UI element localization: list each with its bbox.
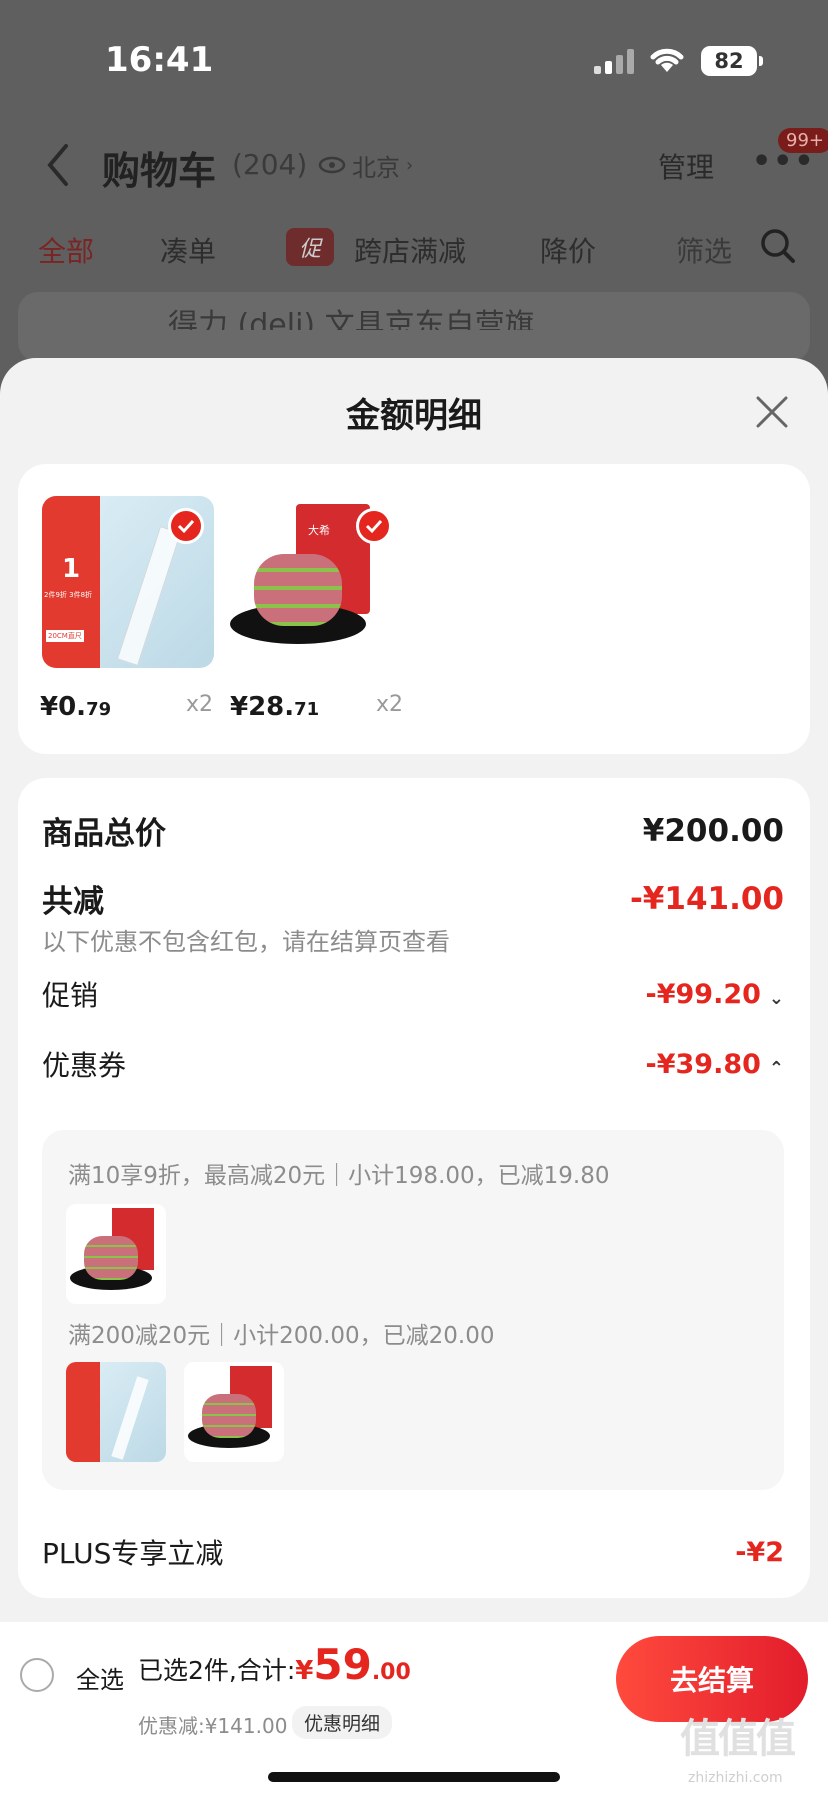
- coupon-product-thumb: [66, 1362, 166, 1462]
- location-selector[interactable]: 北京 ›: [318, 146, 413, 184]
- battery-level: 82: [714, 49, 744, 73]
- tab-price-drop[interactable]: 降价: [540, 230, 596, 270]
- coupon-detail-panel: 满10享9折，最高减20元｜小计198.00，已减19.80 满200减20元｜…: [42, 1130, 784, 1490]
- coupon-product-thumb: [184, 1362, 284, 1462]
- total-label: 商品总价: [42, 816, 166, 852]
- ruler-promo-number: 1: [62, 554, 81, 584]
- select-all-label[interactable]: 全选: [76, 1660, 124, 1695]
- plus-label: PLUS专享立减: [42, 1537, 224, 1570]
- page-title: 购物车: [102, 149, 217, 193]
- product-qty: x2: [376, 692, 404, 717]
- signal-icon: [594, 48, 634, 74]
- discount-text: 优惠减:¥141.00: [138, 1714, 288, 1738]
- tab-cross-store[interactable]: 跨店满减: [354, 230, 466, 270]
- tab-all[interactable]: 全部: [38, 230, 94, 270]
- chevron-up-icon: ⌃: [768, 1057, 784, 1079]
- coupon-label: 优惠券: [42, 1049, 127, 1082]
- tab-combine[interactable]: 凑单: [160, 230, 216, 270]
- amount-breakdown-card: 商品总价 ¥200.00 共减 -¥141.00 以下优惠不包含红包，请在结算页…: [18, 778, 810, 1598]
- close-icon[interactable]: [752, 392, 792, 432]
- ruler-promo-sub: 2件9折 3件8折: [44, 591, 93, 599]
- reduce-row: 共减 -¥141.00: [42, 876, 784, 921]
- select-all-radio[interactable]: [20, 1658, 54, 1692]
- search-icon[interactable]: [758, 226, 798, 266]
- promo-tag: 促: [286, 228, 334, 266]
- thumb-patties: [84, 1236, 138, 1280]
- cart-tabs: 全部 凑单 促 跨店满减 降价 筛选: [0, 226, 828, 276]
- manage-button[interactable]: 管理: [658, 146, 714, 186]
- selected-check-icon: [168, 508, 204, 544]
- back-icon[interactable]: [40, 140, 76, 190]
- discount-detail-button[interactable]: 优惠明细: [292, 1706, 393, 1739]
- reduce-value: -¥141.00: [629, 880, 784, 917]
- store-strip: 得力 (deli) 文具京东自营旗: [18, 292, 810, 362]
- watermark-domain: zhizhizhi.com: [688, 1770, 783, 1786]
- thumb-patties: [202, 1394, 256, 1438]
- ruler-promo-tag: 20CM直尺: [46, 630, 84, 642]
- chevron-right-icon: ›: [406, 154, 414, 176]
- product-qty: x2: [186, 692, 214, 717]
- location-label: 北京: [352, 153, 400, 182]
- home-indicator: [268, 1772, 560, 1782]
- selected-check-icon: [356, 508, 392, 544]
- promo-row[interactable]: 促销 -¥99.20 ⌄: [42, 974, 784, 1014]
- coupon-value: -¥39.80: [645, 1048, 761, 1080]
- status-time: 16:41: [105, 40, 214, 80]
- watermark-logo: 值值值: [680, 1716, 796, 1762]
- product-price: ¥28.71: [230, 692, 320, 722]
- coupon-rule: 满10享9折，最高减20元｜小计198.00，已减19.80: [68, 1163, 610, 1189]
- wifi-icon: [650, 48, 684, 72]
- total-summary: 已选2件,合计:¥59.00: [138, 1640, 411, 1689]
- promo-value: -¥99.20: [645, 978, 761, 1010]
- tab-filter[interactable]: 筛选: [676, 230, 732, 270]
- message-badge: 99+: [778, 128, 828, 153]
- reduce-label: 共减: [42, 884, 104, 920]
- product-thumb-burger[interactable]: 大希: [230, 496, 402, 668]
- promo-label: 促销: [42, 979, 99, 1012]
- store-name: 得力 (deli) 文具京东自营旗: [168, 308, 535, 330]
- thumb-panel: [66, 1362, 100, 1462]
- thumb-ruler: [111, 1376, 149, 1460]
- coupon-row[interactable]: 优惠券 -¥39.80 ⌃: [42, 1044, 784, 1084]
- chevron-down-icon: ⌄: [768, 987, 784, 1009]
- status-bar: 16:41 82: [0, 0, 828, 120]
- cart-header: 购物车 (204) 北京 › 管理 ••• 99+: [0, 128, 828, 200]
- total-row: 商品总价 ¥200.00: [42, 808, 784, 853]
- plus-value: -¥2: [735, 1536, 784, 1568]
- product-price: ¥0.79: [40, 692, 112, 722]
- burger-patties: [254, 554, 342, 626]
- coupon-product-thumb: [66, 1204, 166, 1304]
- coupon-rule: 满200减20元｜小计200.00，已减20.00: [68, 1323, 495, 1349]
- ruler-shape: [116, 526, 182, 666]
- product-card: 1 2件9折 3件8折 20CM直尺 大希 ¥0.79 x2 ¥28.71 x2: [18, 464, 810, 754]
- total-value: ¥200.00: [642, 812, 784, 849]
- product-thumb-ruler[interactable]: 1 2件9折 3件8折 20CM直尺: [42, 496, 214, 668]
- eye-icon: [318, 156, 346, 174]
- burger-brand-text: 大希: [308, 524, 330, 537]
- plus-row: PLUS专享立减 -¥2: [42, 1532, 784, 1572]
- cart-count: (204): [232, 148, 308, 181]
- reduce-note: 以下优惠不包含红包，请在结算页查看: [42, 928, 450, 956]
- amount-detail-sheet: 金额明细 1 2件9折 3件8折 20CM直尺 大希 ¥0.79 x2 ¥28.…: [0, 358, 828, 1796]
- sheet-title: 金额明细: [346, 396, 482, 436]
- battery-icon: 82: [701, 46, 763, 76]
